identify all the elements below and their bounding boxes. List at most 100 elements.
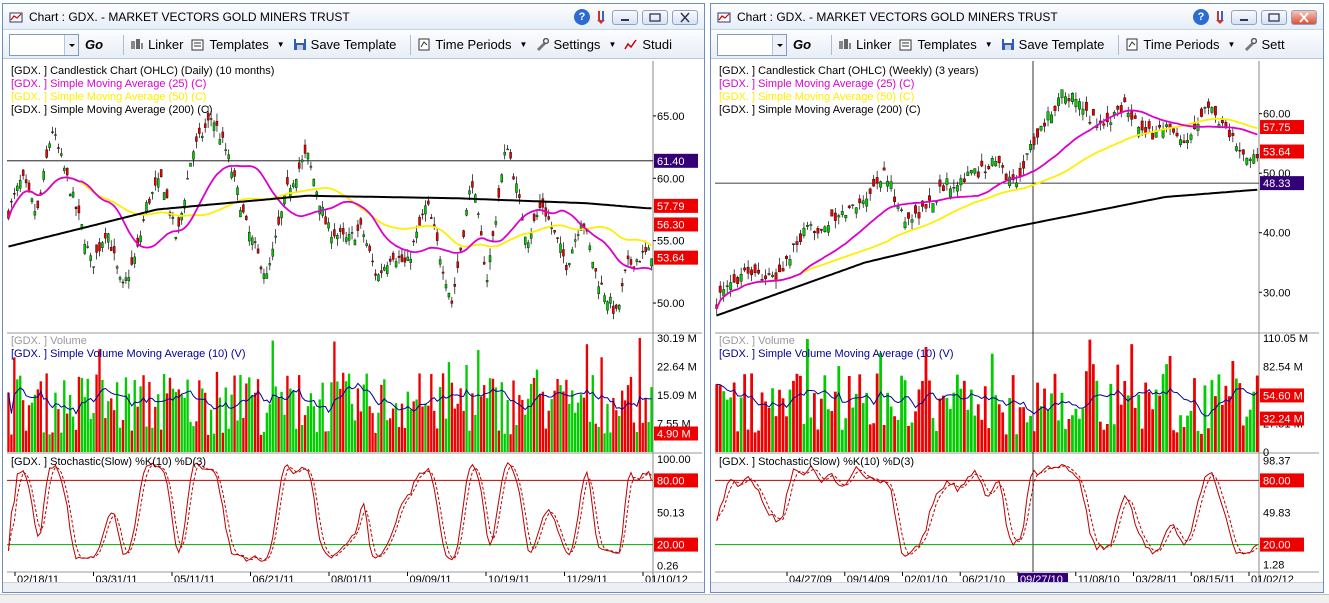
- volume-bar: [515, 425, 518, 452]
- volume-bar: [889, 406, 893, 452]
- volume-bar: [485, 398, 489, 452]
- volume-bar: [180, 394, 183, 452]
- toolbar-separator: [410, 34, 412, 55]
- chevron-down-icon[interactable]: [772, 34, 786, 55]
- volume-bar: [192, 426, 195, 452]
- volume-bar: [1039, 406, 1043, 452]
- symbol-combo[interactable]: [9, 33, 79, 56]
- candle: [1234, 146, 1238, 151]
- volume-bar: [171, 388, 175, 452]
- templates-button[interactable]: Templates ▼: [191, 37, 285, 52]
- settings-button[interactable]: Settings ▼: [535, 37, 616, 52]
- volume-tag: 32.24 M: [1263, 414, 1303, 426]
- candle: [245, 215, 248, 220]
- volume-bar: [854, 393, 858, 452]
- price-tick-label: 50.00: [657, 298, 685, 310]
- pin-icon[interactable]: [1213, 10, 1227, 24]
- volume-bar: [412, 401, 415, 452]
- minimize-button[interactable]: [1231, 9, 1257, 25]
- horizontal-scrollbar[interactable]: [711, 582, 1323, 592]
- candle: [424, 205, 427, 215]
- volume-bar: [781, 398, 785, 452]
- volume-bar: [576, 402, 580, 452]
- candle: [74, 206, 78, 210]
- stock-chart[interactable]: [GDX. ] Candlestick Chart (OHLC) (Daily)…: [7, 61, 702, 584]
- volume-bar: [1220, 404, 1224, 452]
- close-button[interactable]: [1291, 9, 1317, 25]
- templates-button[interactable]: Templates ▼: [899, 37, 993, 52]
- candle: [1175, 132, 1179, 137]
- help-icon[interactable]: ?: [1193, 9, 1209, 25]
- volume-bar: [98, 349, 101, 452]
- candle: [635, 259, 639, 262]
- candle: [1060, 89, 1064, 98]
- volume-bar: [383, 379, 386, 452]
- close-button[interactable]: [672, 9, 698, 25]
- volume-bar: [468, 430, 471, 452]
- candle: [1203, 107, 1207, 109]
- candle: [725, 285, 729, 287]
- go-button[interactable]: Go: [793, 37, 811, 52]
- volume-bar: [336, 381, 339, 452]
- volume-bar: [30, 402, 34, 452]
- title-bar[interactable]: Chart : GDX. - MARKET VECTORS GOLD MINER…: [3, 4, 704, 30]
- volume-bar: [183, 397, 186, 452]
- time-periods-button[interactable]: Time Periods ▼: [1125, 37, 1235, 52]
- volume-bar: [48, 434, 51, 452]
- title-bar[interactable]: Chart : GDX. - MARKET VECTORS GOLD MINER…: [711, 4, 1323, 30]
- candle: [218, 139, 222, 145]
- volume-bar: [725, 399, 729, 452]
- candle: [851, 204, 855, 207]
- candle: [112, 246, 116, 254]
- save-template-button[interactable]: Save Template: [293, 37, 396, 52]
- volume-bar: [644, 398, 647, 452]
- go-button[interactable]: Go: [85, 37, 103, 52]
- help-icon[interactable]: ?: [574, 9, 590, 25]
- candle: [938, 179, 942, 187]
- horizontal-scrollbar[interactable]: [3, 582, 704, 592]
- pin-icon[interactable]: [594, 10, 608, 24]
- time-periods-icon: [417, 38, 431, 51]
- volume-bar: [441, 373, 445, 452]
- candle: [1200, 108, 1203, 117]
- candle: [421, 213, 424, 216]
- studies-button[interactable]: Studi: [624, 37, 672, 52]
- linker-button[interactable]: Linker: [838, 37, 891, 52]
- volume-bar: [145, 426, 148, 452]
- candle: [736, 277, 740, 284]
- volume-bar: [71, 416, 75, 452]
- volume-bar: [562, 391, 565, 452]
- minimize-button[interactable]: [612, 9, 638, 25]
- linker-button[interactable]: Linker: [130, 37, 183, 52]
- candle: [722, 289, 726, 297]
- volume-bar: [139, 386, 142, 452]
- maximize-button[interactable]: [642, 9, 668, 25]
- save-template-button[interactable]: Save Template: [1001, 37, 1104, 52]
- time-periods-button[interactable]: Time Periods ▼: [417, 37, 527, 52]
- volume-bar: [565, 379, 568, 452]
- candle: [330, 236, 333, 244]
- volume-bar: [142, 375, 145, 452]
- volume-bar: [743, 374, 747, 452]
- candle: [312, 178, 316, 187]
- candle: [609, 296, 612, 304]
- volume-bar: [110, 398, 113, 452]
- candle: [626, 255, 630, 260]
- chart-window-left: Chart : GDX. - MARKET VECTORS GOLD MINER…: [2, 3, 705, 593]
- settings-button[interactable]: Sett: [1243, 37, 1285, 52]
- candle: [471, 181, 474, 188]
- candle: [274, 235, 277, 238]
- stochastic-legend: [GDX. ] Stochastic(Slow) %K(10) %D(3): [719, 456, 914, 468]
- candle: [89, 255, 92, 261]
- save-icon: [1001, 38, 1015, 51]
- toolbar-separator: [123, 34, 125, 55]
- stock-chart[interactable]: [GDX. ] Candlestick Chart (OHLC) (Weekly…: [715, 61, 1321, 584]
- candle: [990, 158, 994, 166]
- maximize-button[interactable]: [1261, 9, 1287, 25]
- chevron-down-icon[interactable]: [64, 34, 78, 55]
- volume-bar: [1186, 415, 1189, 452]
- price-tick-label: 55.00: [657, 236, 685, 248]
- volume-bar: [371, 413, 374, 452]
- symbol-combo[interactable]: [717, 33, 787, 56]
- volume-bar: [556, 378, 559, 452]
